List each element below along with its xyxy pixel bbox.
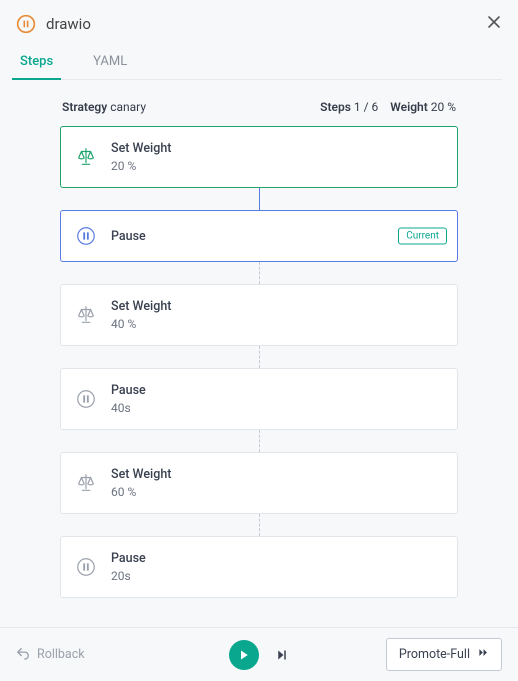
step-sub: 40 % <box>111 317 171 331</box>
step-card[interactable]: Pause 20s <box>60 536 458 598</box>
page-title: drawio <box>46 15 91 33</box>
step-sub: 20s <box>111 569 146 583</box>
weight-value: 20 % <box>431 100 456 114</box>
connector <box>60 346 458 368</box>
pause-icon <box>75 388 97 410</box>
step-sub: 40s <box>111 401 146 415</box>
tab-yaml[interactable]: YAML <box>89 48 131 79</box>
undo-icon <box>16 646 30 664</box>
scale-icon <box>75 472 97 494</box>
step-card[interactable]: Pause 40s <box>60 368 458 430</box>
weight-label: Weight <box>390 100 427 114</box>
promote-label: Promote-Full <box>399 647 470 662</box>
rollback-button[interactable]: Rollback <box>16 646 85 664</box>
scale-icon <box>75 304 97 326</box>
connector <box>60 514 458 536</box>
fast-forward-icon <box>478 647 489 662</box>
step-title: Pause <box>111 229 146 244</box>
step-card[interactable]: Set Weight 60 % <box>60 452 458 514</box>
scale-icon <box>75 146 97 168</box>
step-card[interactable]: Set Weight 40 % <box>60 284 458 346</box>
step-card[interactable]: Set Weight 20 % <box>60 126 458 188</box>
close-icon[interactable] <box>486 14 504 32</box>
summary-row: Strategy canary Steps 1 / 6 Weight 20 % <box>60 100 458 114</box>
connector <box>60 188 458 210</box>
connector <box>60 262 458 284</box>
current-badge: Current <box>398 228 447 245</box>
step-title: Set Weight <box>111 299 171 314</box>
strategy-label: Strategy <box>62 100 107 114</box>
rollback-label: Rollback <box>37 647 85 662</box>
steps-column: Set Weight 20 % Pause Current Set Weight 40 %… <box>60 126 458 598</box>
step-title: Pause <box>111 383 146 398</box>
content-area: Strategy canary Steps 1 / 6 Weight 20 % … <box>0 80 518 627</box>
step-title: Set Weight <box>111 141 171 156</box>
play-button[interactable] <box>229 640 259 670</box>
step-sub: 60 % <box>111 485 171 499</box>
tabs: Steps YAML <box>16 48 502 80</box>
tab-steps[interactable]: Steps <box>16 48 57 79</box>
pause-icon <box>75 225 97 247</box>
connector <box>60 430 458 452</box>
step-title: Pause <box>111 551 146 566</box>
skip-button[interactable] <box>275 648 289 662</box>
step-card[interactable]: Pause Current <box>60 210 458 262</box>
strategy-value: canary <box>110 100 146 114</box>
pause-icon <box>75 556 97 578</box>
steps-value: 1 / 6 <box>354 100 378 114</box>
step-title: Set Weight <box>111 467 171 482</box>
steps-label: Steps <box>320 100 351 114</box>
promote-full-button[interactable]: Promote-Full <box>386 638 502 671</box>
pause-circle-icon <box>16 14 36 34</box>
step-sub: 20 % <box>111 159 171 173</box>
